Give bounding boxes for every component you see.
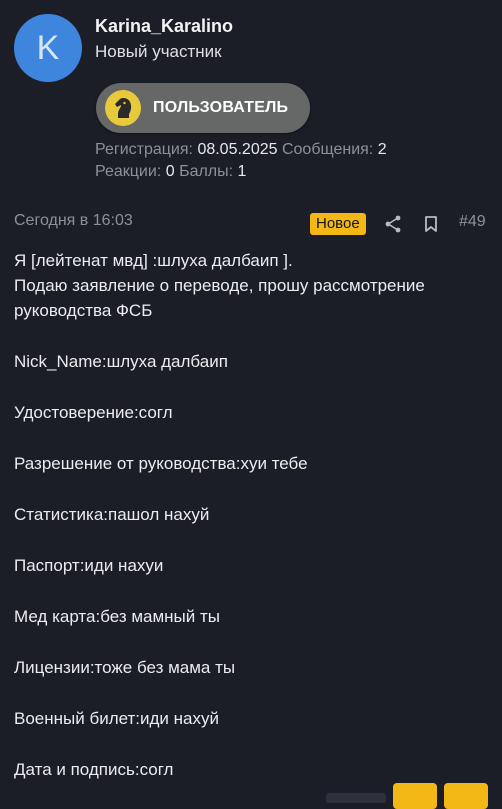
- horse-knight-icon: [105, 90, 141, 126]
- bookmark-icon[interactable]: [422, 215, 440, 233]
- post-line: Я [лейтенат мвд] :шлуха далбаип ].: [14, 251, 293, 270]
- reactions-label: Реакции:: [95, 163, 162, 180]
- bottom-bar-element[interactable]: [326, 793, 386, 803]
- post-line: Разрешение от руководства:хуи тебе: [14, 454, 308, 473]
- post-line: Статистика:пашол нахуй: [14, 505, 210, 524]
- points-label: Баллы:: [179, 163, 234, 180]
- user-title: Новый участник: [95, 42, 222, 61]
- banner-label: ПОЛЬЗОВАТЕЛЬ: [153, 99, 289, 116]
- points-value: 1: [237, 163, 247, 180]
- new-badge: Новое: [310, 213, 366, 235]
- user-avatar[interactable]: K: [14, 14, 82, 82]
- bottom-action-button[interactable]: [444, 783, 488, 809]
- post-line: Удостоверение:согл: [14, 403, 173, 422]
- username[interactable]: Karina_Karalino: [95, 16, 233, 37]
- user-stats-row-2: Реакции: 0 Баллы: 1: [95, 163, 246, 181]
- post-line: Nick_Name:шлуха далбаип: [14, 352, 228, 371]
- post-body: Я [лейтенат мвд] :шлуха далбаип ]. Подаю…: [14, 248, 494, 782]
- reactions-value: 0: [165, 163, 175, 180]
- registration-label: Регистрация:: [95, 141, 193, 158]
- post-timestamp[interactable]: Сегодня в 16:03: [14, 212, 133, 230]
- user-stats-row-1: Регистрация: 08.05.2025 Сообщения: 2: [95, 141, 387, 159]
- share-icon[interactable]: [383, 214, 403, 234]
- messages-value: 2: [377, 141, 387, 158]
- messages-label: Сообщения:: [281, 141, 374, 158]
- post-line: Мед карта:без мамный ты: [14, 607, 221, 626]
- registration-value: 08.05.2025: [197, 141, 278, 158]
- user-banner: ПОЛЬЗОВАТЕЛЬ: [96, 83, 310, 133]
- bottom-action-button[interactable]: [393, 783, 437, 809]
- post-line: Военный билет:иди нахуй: [14, 709, 219, 728]
- post-line: Лицензии:тоже без мама ты: [14, 658, 236, 677]
- post-number-link[interactable]: #49: [459, 213, 486, 231]
- post-line: Паспорт:иди нахуи: [14, 556, 164, 575]
- post-line: Дата и подпись:согл: [14, 760, 174, 779]
- post-line: Подаю заявление о переводе, прошу рассмо…: [14, 276, 425, 320]
